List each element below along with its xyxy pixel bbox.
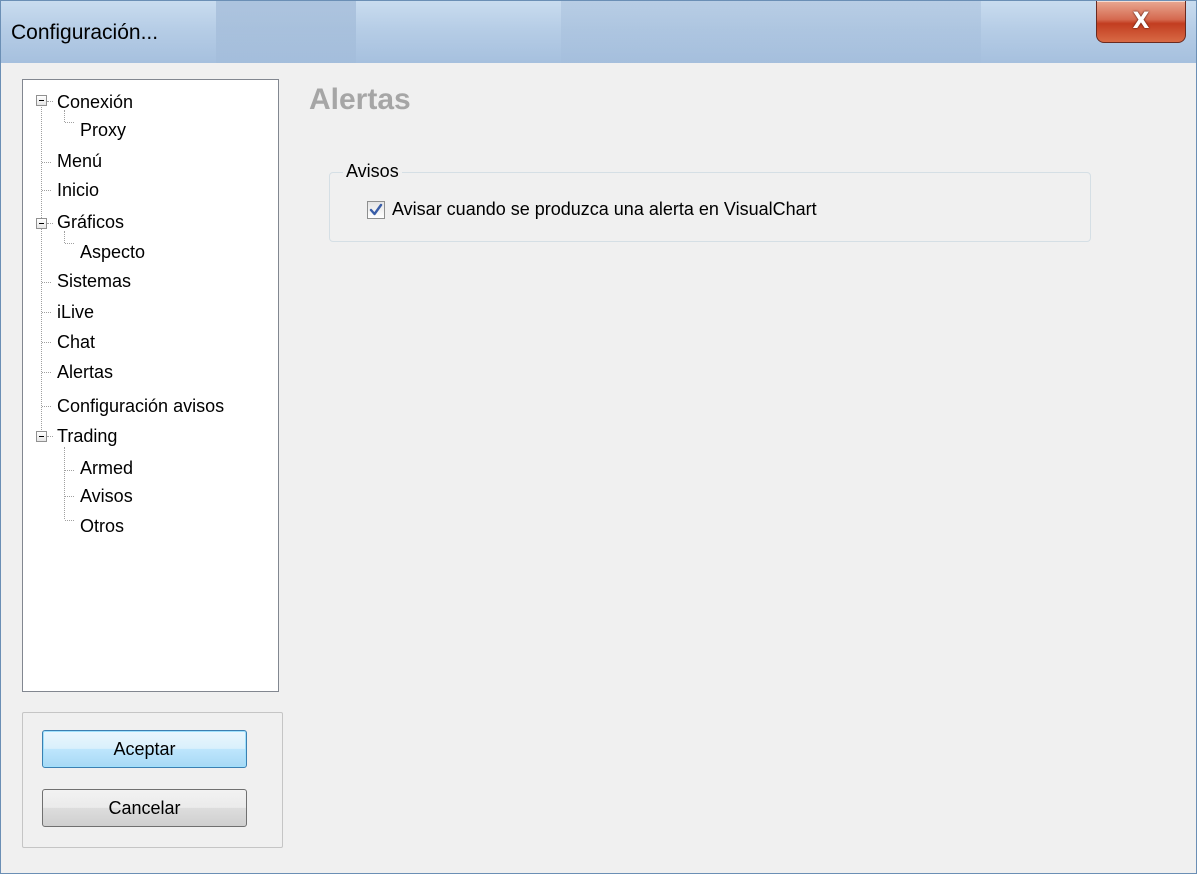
tree-connector — [42, 342, 51, 343]
tree-item-inicio[interactable]: Inicio — [57, 176, 99, 204]
tree-item-proxy[interactable]: Proxy — [80, 116, 126, 144]
alert-notify-label[interactable]: Avisar cuando se produzca una alerta en … — [392, 199, 817, 220]
tree-item-trading[interactable]: Trading — [57, 422, 117, 450]
tree-connector — [65, 470, 74, 471]
tree-item-sistemas[interactable]: Sistemas — [57, 267, 131, 295]
tree-item-menu[interactable]: Menú — [57, 147, 102, 175]
settings-tree[interactable]: Conexión Proxy Menú Inicio Gráficos Aspe… — [22, 79, 279, 692]
tree-item-alertas[interactable]: Alertas — [57, 358, 113, 386]
tree-connector — [65, 496, 74, 497]
minus-icon[interactable] — [36, 218, 47, 229]
action-buttons-panel: Aceptar Cancelar — [22, 712, 283, 848]
tree-connector — [64, 447, 65, 519]
tree-item-ilive[interactable]: iLive — [57, 298, 94, 326]
tree-item-chat[interactable]: Chat — [57, 328, 95, 356]
tree-connector — [65, 243, 74, 244]
accept-button[interactable]: Aceptar — [42, 730, 247, 768]
tree-item-otros[interactable]: Otros — [80, 512, 124, 540]
title-bar-background — [216, 1, 356, 63]
tree-connector — [41, 104, 42, 440]
tree-connector — [65, 520, 74, 521]
tree-connector — [42, 282, 51, 283]
close-icon: X — [1132, 9, 1150, 34]
tree-connector — [42, 190, 51, 191]
configuration-window: Configuración... X Conexión Proxy Menú I… — [0, 0, 1197, 874]
minus-icon[interactable] — [36, 95, 47, 106]
tree-item-armed[interactable]: Armed — [80, 454, 133, 482]
tree-connector — [65, 122, 74, 123]
tree-connector — [47, 101, 53, 102]
close-button[interactable]: X — [1096, 1, 1186, 43]
title-bar-background — [561, 1, 981, 63]
page-title: Alertas — [309, 83, 411, 116]
tree-connector — [42, 312, 51, 313]
minus-icon[interactable] — [36, 431, 47, 442]
cancel-button[interactable]: Cancelar — [42, 789, 247, 827]
tree-item-conexion[interactable]: Conexión — [57, 88, 133, 116]
tree-connector — [42, 372, 51, 373]
checkmark-icon — [369, 203, 383, 216]
tree-connector — [42, 406, 51, 407]
tree-connector — [47, 436, 53, 437]
dialog-body: Conexión Proxy Menú Inicio Gráficos Aspe… — [9, 63, 1190, 867]
alert-notify-checkbox[interactable] — [367, 201, 385, 219]
tree-item-avisos[interactable]: Avisos — [80, 482, 133, 510]
title-bar[interactable]: Configuración... X — [1, 1, 1196, 63]
tree-item-configuracion-avisos[interactable]: Configuración avisos — [57, 392, 224, 420]
tree-item-aspecto[interactable]: Aspecto — [80, 238, 145, 266]
groupbox-legend: Avisos — [343, 161, 402, 182]
window-title: Configuración... — [11, 21, 159, 44]
tree-connector — [47, 223, 53, 224]
tree-connector — [42, 162, 51, 163]
tree-item-graficos[interactable]: Gráficos — [57, 208, 124, 236]
